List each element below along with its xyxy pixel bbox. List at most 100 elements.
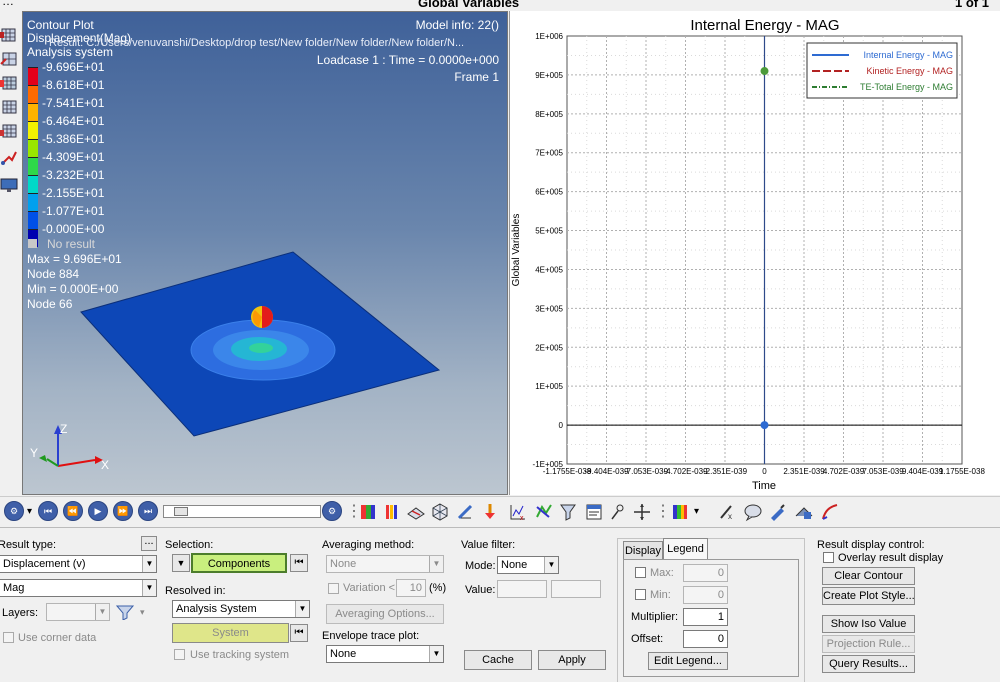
contour-view-icon[interactable] bbox=[0, 74, 18, 92]
tab-display[interactable]: Display bbox=[623, 541, 663, 560]
cache-button[interactable]: Cache bbox=[464, 650, 532, 670]
components-selector-button[interactable]: Components bbox=[191, 553, 287, 573]
contour-style-icon[interactable] bbox=[670, 502, 690, 522]
value-max-input[interactable] bbox=[551, 580, 601, 598]
value-min-input[interactable] bbox=[497, 580, 547, 598]
variation-checkbox[interactable] bbox=[328, 583, 339, 594]
y-tick-label: 4E+005 bbox=[535, 265, 563, 274]
chevron-down-icon: ▼ bbox=[142, 556, 156, 572]
clear-contour-button[interactable]: Clear Contour bbox=[822, 567, 915, 585]
reverse-system-button[interactable]: ⏮ bbox=[290, 624, 308, 642]
step-back-button[interactable]: ⏪ bbox=[63, 501, 83, 521]
overlay-result-checkbox[interactable] bbox=[823, 552, 834, 563]
model-geometry[interactable] bbox=[23, 12, 508, 495]
component-value: Mag bbox=[3, 582, 25, 594]
projection-rule-button[interactable]: Projection Rule... bbox=[822, 635, 915, 653]
layer-filter-icon[interactable] bbox=[116, 604, 136, 620]
chevron-down-icon: ▼ bbox=[142, 580, 156, 596]
selection-dropdown-button[interactable]: ▼ bbox=[172, 554, 190, 572]
min-checkbox[interactable] bbox=[635, 589, 646, 600]
measure-icon[interactable] bbox=[0, 148, 18, 166]
measure-tool-icon[interactable] bbox=[608, 502, 628, 522]
plot-window[interactable]: Internal Energy - MAG -1E+005 0 1E+005 2E+00… bbox=[509, 11, 1000, 495]
vector-view-icon[interactable] bbox=[0, 98, 18, 116]
tab-legend[interactable]: Legend bbox=[663, 538, 708, 560]
frame-slider-thumb[interactable] bbox=[174, 507, 188, 516]
reverse-selection-button[interactable]: ⏮ bbox=[290, 554, 308, 572]
multiplier-input[interactable]: 1 bbox=[683, 608, 728, 626]
use-corner-data-checkbox[interactable] bbox=[3, 632, 14, 643]
animation-settings-button[interactable]: ⚙ bbox=[322, 501, 342, 521]
monitor-icon[interactable] bbox=[0, 176, 18, 194]
variation-input[interactable]: 10 bbox=[396, 579, 426, 597]
first-frame-button[interactable]: ⏮ bbox=[38, 501, 58, 521]
result-type-browse-button[interactable]: ... bbox=[141, 536, 157, 551]
legend-icon[interactable] bbox=[382, 502, 402, 522]
contour-icon[interactable] bbox=[358, 502, 378, 522]
mode-label: Mode: bbox=[465, 560, 496, 572]
animation-mode-dropdown-icon[interactable]: ▾ bbox=[27, 506, 32, 517]
contour-style-dropdown-icon[interactable]: ▾ bbox=[694, 506, 699, 517]
mode-select[interactable]: None ▼ bbox=[497, 556, 559, 574]
y-tick-label: 3E+005 bbox=[535, 304, 563, 313]
query-results-button[interactable]: Query Results... bbox=[822, 655, 915, 673]
max-input[interactable]: 0 bbox=[683, 564, 728, 582]
comment-icon[interactable] bbox=[743, 502, 763, 522]
overlay-result-label: Overlay result display bbox=[838, 552, 944, 564]
show-iso-value-button[interactable]: Show Iso Value bbox=[822, 615, 915, 633]
model-viewport[interactable]: Contour Plot Displacement(Mag) Analysis … bbox=[22, 11, 508, 495]
use-tracking-checkbox[interactable] bbox=[174, 649, 185, 660]
averaging-options-button[interactable]: Averaging Options... bbox=[326, 604, 444, 624]
layer-filter-dropdown-icon[interactable]: ▾ bbox=[140, 607, 145, 618]
tensor-view-icon[interactable] bbox=[0, 122, 18, 140]
offset-input[interactable]: 0 bbox=[683, 630, 728, 648]
iso-value-icon[interactable] bbox=[430, 502, 450, 522]
resolved-in-select[interactable]: Analysis System ▼ bbox=[172, 600, 310, 618]
hotspot-icon[interactable]: x bbox=[717, 502, 737, 522]
max-checkbox[interactable] bbox=[635, 567, 646, 578]
energy-chart[interactable]: Internal Energy - MAG-1E+00501E+0052E+00… bbox=[510, 11, 1000, 495]
play-button[interactable]: ▶ bbox=[88, 501, 108, 521]
deformed-view-icon[interactable] bbox=[0, 50, 18, 68]
vector-plot-icon[interactable] bbox=[456, 502, 476, 522]
y-tick-label: 2E+005 bbox=[535, 343, 563, 352]
x-tick-label: 9.404E-039 bbox=[902, 467, 944, 476]
x-tick-label: -9.404E-039 bbox=[584, 467, 629, 476]
toolbar-separator-2: ⋮ bbox=[655, 503, 671, 520]
envelope-trace-select[interactable]: None ▼ bbox=[326, 645, 444, 663]
derived-results-icon[interactable] bbox=[534, 502, 554, 522]
min-input[interactable]: 0 bbox=[683, 586, 728, 604]
edit-legend-button[interactable]: Edit Legend... bbox=[648, 652, 728, 670]
y-tick-label: 6E+005 bbox=[535, 188, 563, 197]
animation-mode-button[interactable]: ⚙ bbox=[4, 501, 24, 521]
window-title: Global Variables bbox=[418, 0, 520, 10]
x-axis-arrow bbox=[57, 459, 96, 467]
deformed-shape-icon[interactable] bbox=[406, 502, 426, 522]
step-forward-button[interactable]: ⏩ bbox=[113, 501, 133, 521]
apply-button[interactable]: Apply bbox=[538, 650, 606, 670]
axis-z-label: Z bbox=[60, 422, 68, 436]
y-axis-arrow bbox=[46, 458, 59, 467]
y-tick-label: 1E+005 bbox=[535, 382, 563, 391]
mesh-view-icon[interactable] bbox=[0, 26, 18, 44]
system-selector-button[interactable]: System bbox=[172, 623, 289, 643]
layers-select[interactable]: ▼ bbox=[46, 603, 110, 621]
section-cut-icon[interactable] bbox=[632, 502, 652, 522]
mode-value: None bbox=[501, 559, 528, 571]
averaging-method-select[interactable]: None ▼ bbox=[326, 555, 444, 573]
tensor-plot-icon[interactable] bbox=[480, 502, 500, 522]
y-tick-label: 5E+005 bbox=[535, 227, 563, 236]
x-tick-label: 4.702E-039 bbox=[823, 467, 865, 476]
component-select[interactable]: Mag ▼ bbox=[0, 579, 157, 597]
streamline-icon[interactable] bbox=[794, 502, 814, 522]
last-frame-button[interactable]: ⏭ bbox=[138, 501, 158, 521]
result-math-icon[interactable]: x bbox=[508, 502, 528, 522]
y-tick-label: 7E+005 bbox=[535, 149, 563, 158]
create-plot-style-button[interactable]: Create Plot Style... bbox=[822, 587, 915, 605]
result-probe-icon[interactable] bbox=[820, 502, 840, 522]
notes-icon[interactable] bbox=[584, 502, 604, 522]
filter-icon[interactable] bbox=[558, 502, 578, 522]
tracing-icon[interactable] bbox=[768, 502, 788, 522]
result-type-select[interactable]: Displacement (v) ▼ bbox=[0, 555, 157, 573]
frame-slider[interactable] bbox=[163, 505, 321, 518]
